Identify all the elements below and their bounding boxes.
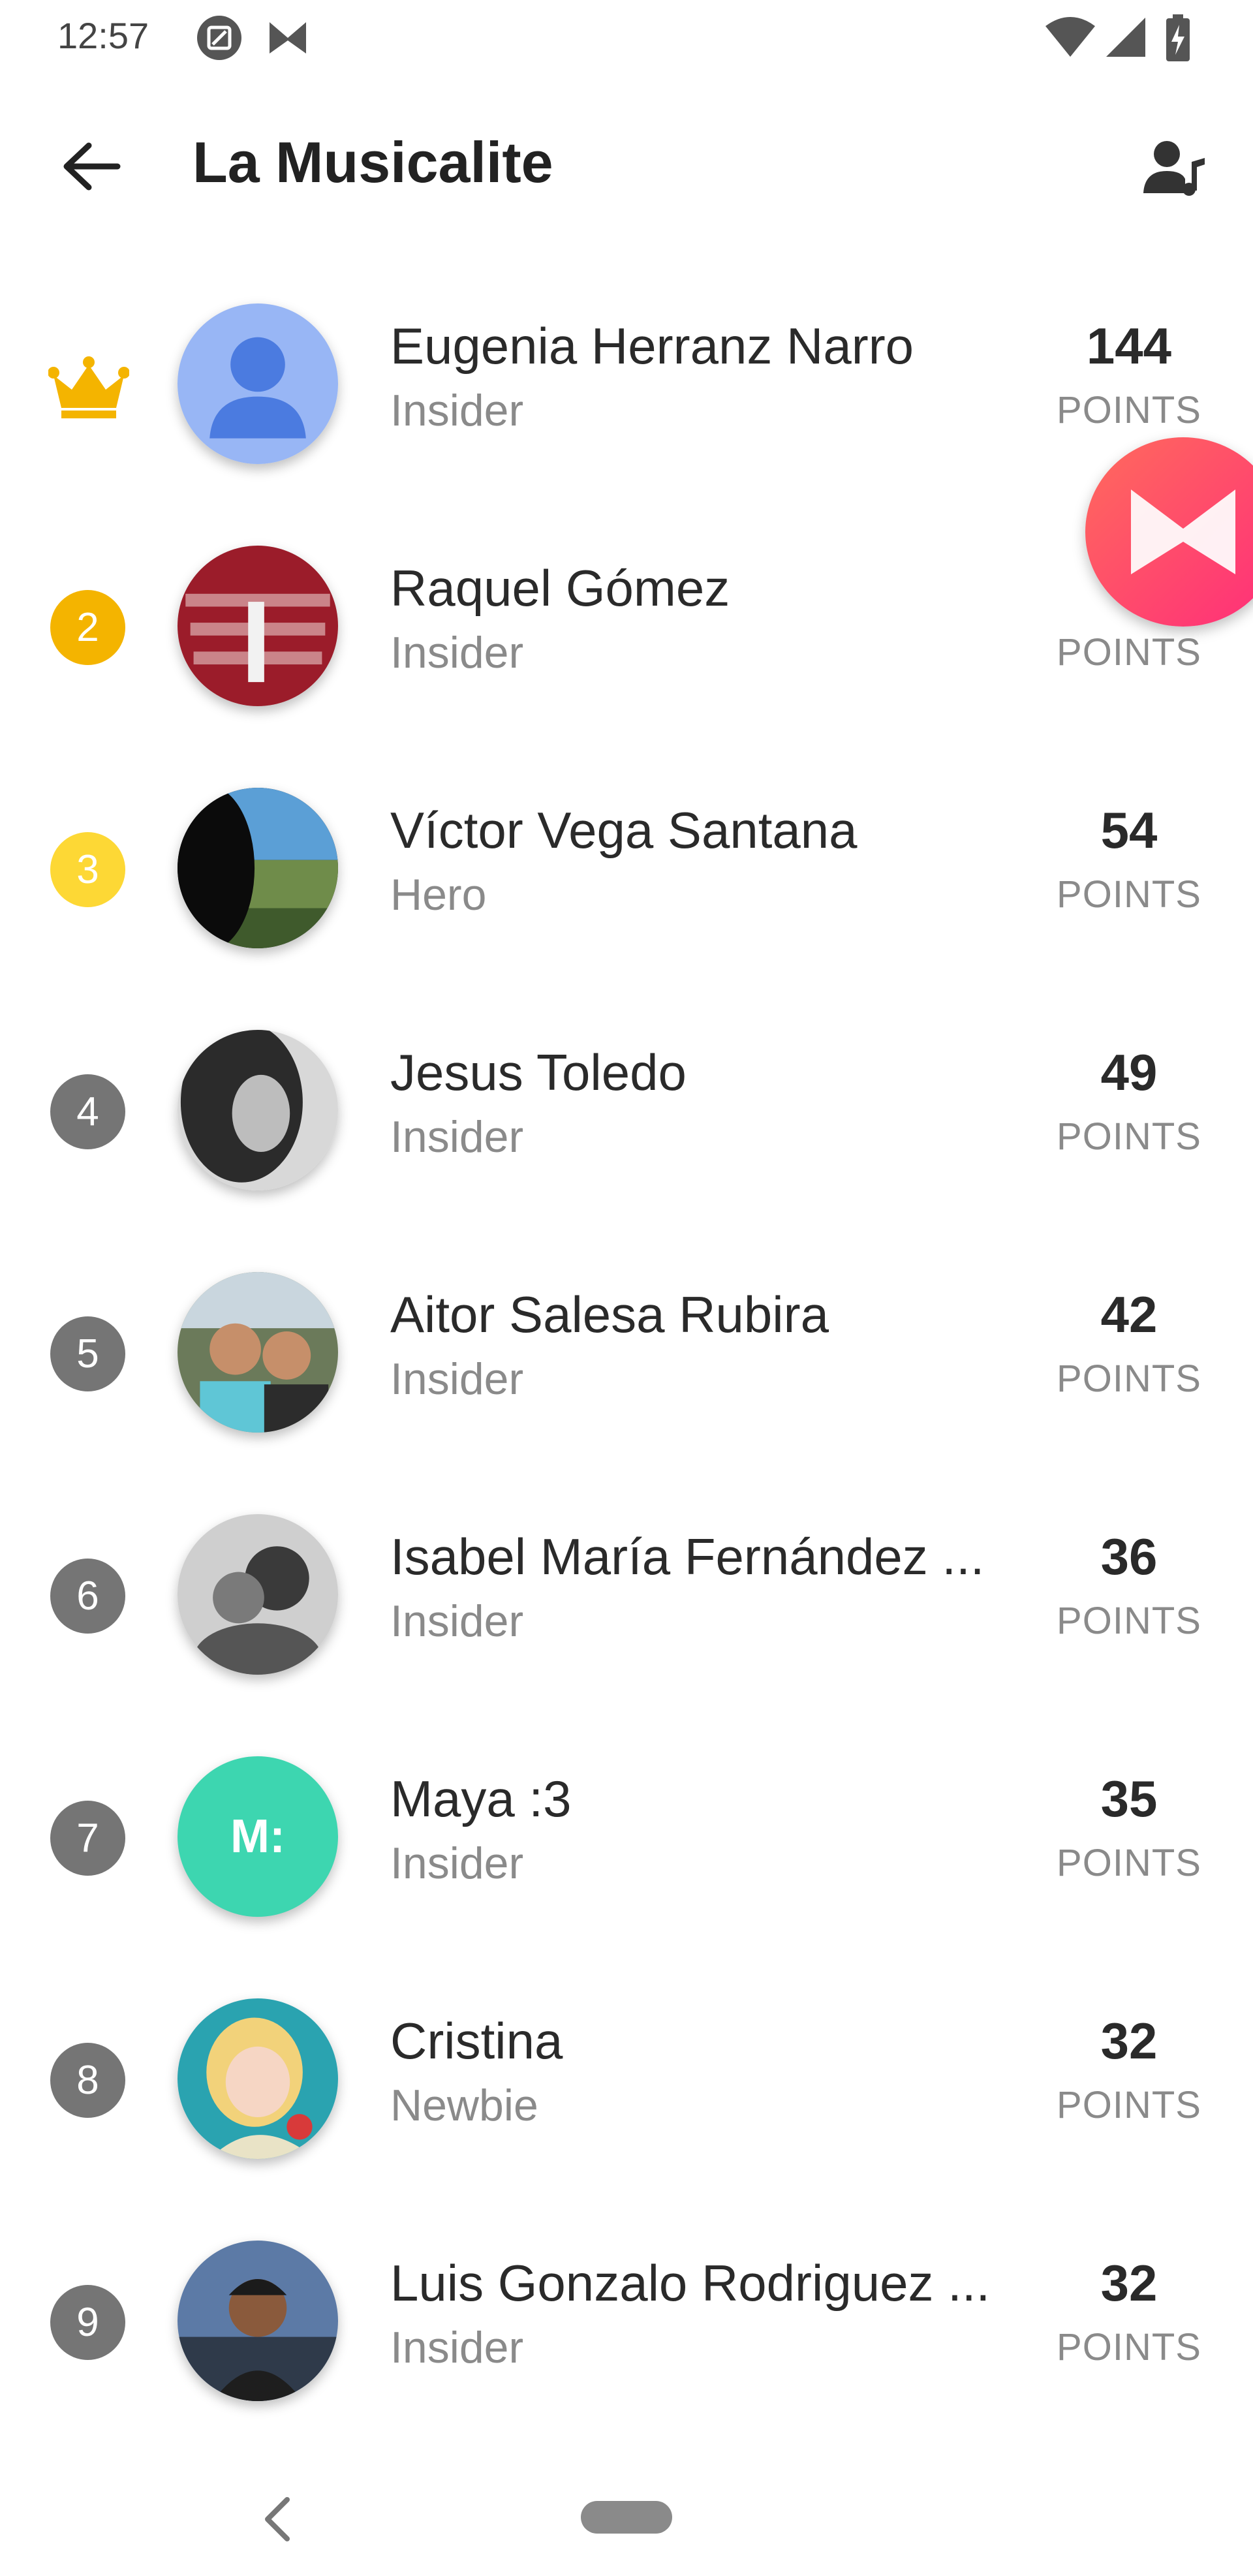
member-points: 32: [1100, 2012, 1158, 2070]
app-bar: La Musicalite: [0, 98, 1253, 241]
leaderboard-list: Eugenia Herranz Narro Insider 144 POINTS…: [0, 264, 1253, 2444]
member-name: Eugenia Herranz Narro: [390, 317, 914, 375]
member-points: 35: [1100, 1770, 1158, 1827]
status-time: 12:57: [57, 15, 149, 56]
member-level: Insider: [390, 628, 524, 677]
member-points: 144: [1086, 317, 1172, 375]
status-bar: 12:57: [0, 0, 1253, 78]
person-music-icon: [1143, 141, 1205, 196]
leaderboard-row[interactable]: 4 Jesus Toledo Insider 49 POINTS: [0, 991, 1253, 1233]
arrow-back-icon: [63, 142, 121, 191]
points-label: POINTS: [1057, 873, 1201, 916]
member-level: Insider: [390, 386, 524, 435]
rank-badge: 9: [50, 2285, 125, 2360]
rank-badge: 8: [50, 2043, 125, 2118]
avatar: [178, 1030, 338, 1190]
points-label: POINTS: [1057, 2084, 1201, 2126]
points-label: POINTS: [1057, 389, 1201, 431]
nav-home-pill[interactable]: [581, 2501, 672, 2534]
cellular-signal-icon: [1103, 14, 1149, 63]
member-name: Maya :3: [390, 1770, 572, 1827]
crown-icon: [48, 356, 129, 418]
points-label: POINTS: [1057, 1600, 1201, 1642]
member-points: 36: [1100, 1528, 1158, 1585]
rank-badge: 3: [50, 832, 125, 907]
member-name: Raquel Gómez: [390, 559, 730, 617]
system-nav-bar: [0, 2428, 1253, 2576]
member-name: Luis Gonzalo Rodriguez ...: [390, 2254, 991, 2312]
avatar: [178, 1514, 338, 1675]
leaderboard-row[interactable]: 3 Víctor Vega Santana Hero 54 POINTS: [0, 749, 1253, 991]
member-level: Insider: [390, 2323, 524, 2372]
leaderboard-row[interactable]: 2 Raquel Gómez Insider 6 POINTS: [0, 506, 1253, 749]
member-name: Jesus Toledo: [390, 1044, 687, 1101]
avatar: [178, 1998, 338, 2159]
avatar: [178, 788, 338, 948]
battery-charging-icon: [1165, 14, 1191, 65]
member-level: Insider: [390, 1354, 524, 1404]
member-level: Insider: [390, 1112, 524, 1162]
leaderboard-row[interactable]: 6 Isabel María Fernández ... Insider 36 …: [0, 1475, 1253, 1717]
member-level: Newbie: [390, 2081, 538, 2130]
musixmatch-notification-icon: [264, 14, 311, 65]
member-level: Insider: [390, 1596, 524, 1646]
points-label: POINTS: [1057, 1842, 1201, 1884]
leaderboard-row[interactable]: Eugenia Herranz Narro Insider 144 POINTS: [0, 264, 1253, 506]
rank-badge: 2: [50, 590, 125, 665]
avatar: [178, 2241, 338, 2401]
member-name: Aitor Salesa Rubira: [390, 1286, 829, 1343]
member-level: Hero: [390, 870, 487, 920]
rank-badge: 6: [50, 1559, 125, 1634]
points-label: POINTS: [1057, 631, 1201, 674]
member-points: 54: [1100, 801, 1158, 859]
member-level: Insider: [390, 1839, 524, 1888]
leaderboard-row[interactable]: 8 Cristina Newbie 32 POINTS: [0, 1959, 1253, 2201]
leaderboard-row[interactable]: 7 M: Maya :3 Insider 35 POINTS: [0, 1717, 1253, 1959]
nav-back-icon[interactable]: [248, 2487, 307, 2552]
points-label: POINTS: [1057, 1115, 1201, 1158]
leaderboard-row[interactable]: 9 Luis Gonzalo Rodriguez ... Insider 32 …: [0, 2201, 1253, 2444]
avatar-initials: M:: [230, 1810, 285, 1863]
avatar: [178, 303, 338, 464]
member-points: 49: [1100, 1044, 1158, 1101]
member-name: Cristina: [390, 2012, 563, 2070]
points-label: POINTS: [1057, 1358, 1201, 1400]
member-points: 32: [1100, 2254, 1158, 2312]
member-name: Víctor Vega Santana: [390, 801, 858, 859]
avatar: [178, 546, 338, 706]
back-button[interactable]: [46, 131, 137, 202]
avatar: [178, 1272, 338, 1433]
leaderboard-row[interactable]: 5 Aitor Salesa Rubira Insider 42 POINTS: [0, 1233, 1253, 1475]
avatar: M:: [178, 1756, 338, 1917]
musixmatch-logo-icon: [1131, 489, 1235, 574]
points-label: POINTS: [1057, 2326, 1201, 2368]
member-name: Isabel María Fernández ...: [390, 1528, 985, 1585]
rank-badge: 4: [50, 1074, 125, 1149]
page-title: La Musicalite: [193, 130, 553, 194]
rank-badge: 5: [50, 1316, 125, 1391]
rank-badge: 7: [50, 1801, 125, 1876]
user-music-button[interactable]: [1129, 124, 1220, 209]
member-points: 42: [1100, 1286, 1158, 1343]
wifi-icon: [1044, 14, 1096, 63]
screenshot-icon: [196, 14, 243, 65]
